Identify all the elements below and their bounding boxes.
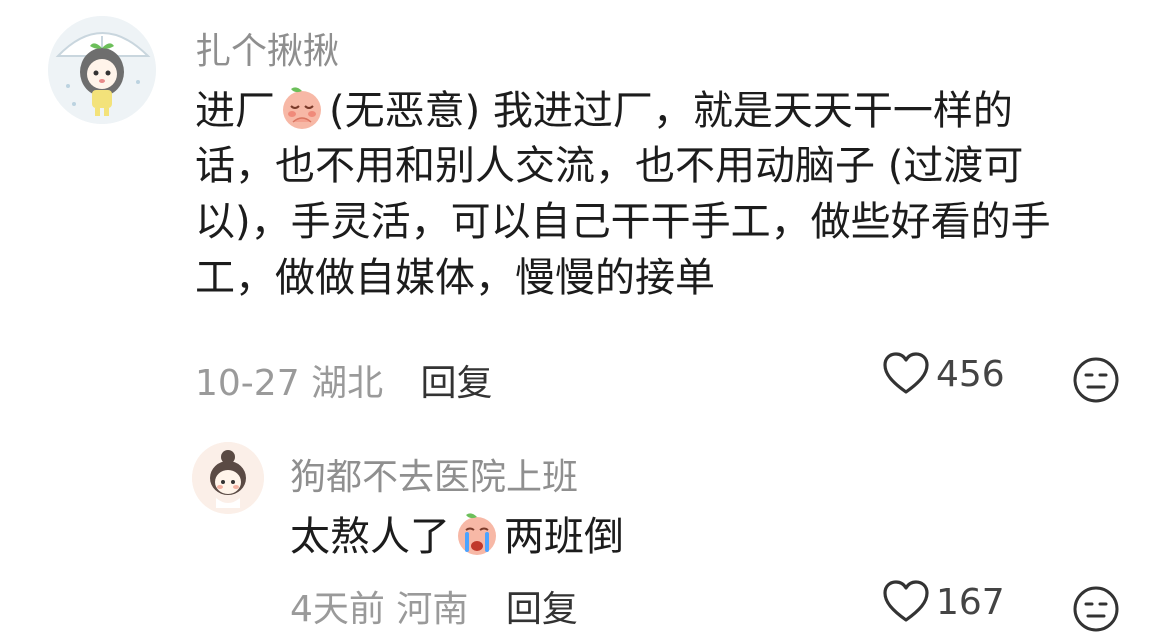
comment-text-segment: 太熬人了: [290, 514, 450, 560]
comment-location: 河南: [396, 589, 469, 630]
like-count: 167: [936, 581, 1005, 623]
girl-with-umbrella-avatar: [48, 16, 156, 124]
reply-button[interactable]: 回复: [506, 589, 578, 630]
meh-face-icon: [1072, 585, 1120, 633]
reply-button[interactable]: 回复: [421, 363, 493, 404]
blushing-peach-emoji: [277, 82, 327, 132]
comment-line: 以)，手灵活，可以自己干干手工，做些好看的手: [195, 199, 1051, 245]
comment-date: 10-27: [195, 363, 300, 404]
comment-meta: 10-27 湖北 回复: [195, 354, 493, 406]
comment-line: 进厂 (无恶意) 我进过厂，就是天天干一样的: [195, 82, 1095, 138]
comment-line: 工，做做自媒体，慢慢的接单: [195, 255, 715, 301]
username[interactable]: 狗都不去医院上班: [290, 448, 578, 500]
meh-face-icon: [1072, 356, 1120, 404]
user-avatar[interactable]: [48, 16, 156, 124]
comment-date: 4天前: [290, 589, 385, 630]
comment-line: 话，也不用和别人交流，也不用动脑子 (过渡可: [195, 143, 1024, 189]
comment-thread: 扎个揪揪 进厂 (无恶意) 我进过厂，就是天天干一样的 话，也不用和别人交流，也…: [0, 0, 1170, 634]
user-avatar[interactable]: [192, 442, 264, 514]
like-button[interactable]: 167: [882, 580, 1005, 624]
comment-meta: 4天前 河南 回复: [290, 580, 578, 632]
comment-text-segment: 进厂: [195, 88, 275, 134]
like-count: 456: [936, 353, 1005, 395]
like-button[interactable]: 456: [882, 352, 1005, 396]
comment-text: 进厂 (无恶意) 我进过厂，就是天天干一样的 话，也不用和别人交流，也不用动脑子…: [195, 82, 1095, 306]
comment-text-segment: 两班倒: [504, 514, 624, 560]
heart-icon: [882, 352, 930, 396]
comment-text-segment: (无恶意) 我进过厂，就是天天干一样的: [329, 88, 1013, 134]
comment-text: 太熬人了 两班倒: [290, 508, 624, 565]
girl-bun-avatar: [192, 442, 264, 514]
dislike-button[interactable]: [1072, 585, 1120, 633]
crying-peach-emoji: [452, 508, 502, 558]
username[interactable]: 扎个揪揪: [195, 22, 339, 74]
dislike-button[interactable]: [1072, 356, 1120, 404]
comment-location: 湖北: [311, 363, 384, 404]
heart-icon: [882, 580, 930, 624]
